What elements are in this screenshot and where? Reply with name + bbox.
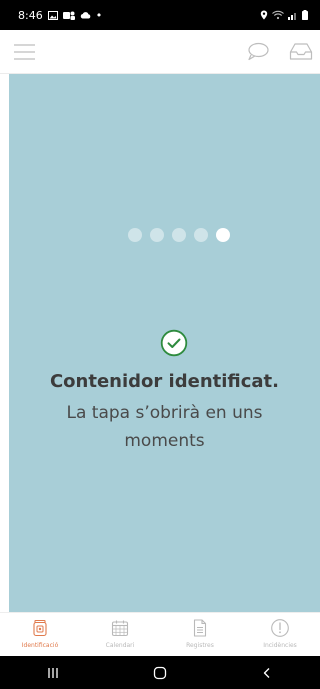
tab-identificacio[interactable]: Identificació — [0, 613, 80, 656]
location-icon — [260, 10, 268, 20]
chat-bubble-icon — [248, 42, 269, 61]
calendar-icon — [111, 620, 129, 637]
app-screen: 8:46 • Contenidor identificat. La tapa s… — [0, 0, 320, 689]
wifi-icon — [272, 10, 284, 20]
trash-bin-icon — [33, 619, 47, 637]
status-title: Contenidor identificat. — [49, 371, 280, 392]
inbox-button[interactable] — [289, 41, 313, 63]
document-icon — [193, 619, 207, 637]
home-icon — [153, 666, 167, 679]
loading-dot-active — [216, 228, 230, 242]
recent-apps-icon — [48, 667, 58, 678]
home-button[interactable] — [148, 663, 172, 683]
inbox-tray-icon — [289, 43, 313, 60]
status-bar: 8:46 • — [0, 0, 320, 30]
check-circle-icon — [160, 329, 188, 357]
android-nav-bar — [0, 656, 320, 689]
cloud-icon — [80, 12, 91, 19]
back-chevron-icon — [263, 667, 270, 678]
app-header — [0, 30, 320, 74]
tab-label: Incidències — [263, 642, 297, 649]
menu-button[interactable] — [13, 42, 37, 62]
status-right — [260, 10, 308, 20]
status-left: 8:46 • — [18, 9, 102, 22]
hamburger-menu-icon — [14, 44, 35, 60]
status-message: La tapa s’obrirà en uns moments — [66, 403, 263, 451]
status-time: 8:46 — [18, 8, 43, 22]
teams-icon — [62, 11, 75, 20]
signal-icon — [288, 12, 296, 20]
identification-panel: Contenidor identificat. La tapa s’obrirà… — [9, 74, 320, 612]
alert-circle-icon — [271, 619, 289, 637]
gallery-icon — [47, 10, 58, 20]
tab-incidencies[interactable]: Incidències — [240, 613, 320, 656]
tab-calendari[interactable]: Calendari — [80, 613, 160, 656]
tab-label: Identificació — [21, 642, 59, 649]
loading-dot — [128, 228, 142, 242]
loading-dots — [128, 228, 230, 242]
chat-button[interactable] — [246, 41, 270, 63]
loading-dot — [194, 228, 208, 242]
back-button[interactable] — [255, 663, 279, 683]
recent-apps-button[interactable] — [41, 663, 65, 683]
status-dot: • — [95, 8, 103, 22]
bottom-tab-bar: Identificació Calendari Registres Incidè… — [0, 612, 320, 656]
battery-icon — [302, 10, 308, 20]
tab-label: Registres — [186, 642, 214, 649]
loading-dot — [172, 228, 186, 242]
tab-label: Calendari — [105, 642, 135, 649]
loading-dot — [150, 228, 164, 242]
tab-registres[interactable]: Registres — [160, 613, 240, 656]
